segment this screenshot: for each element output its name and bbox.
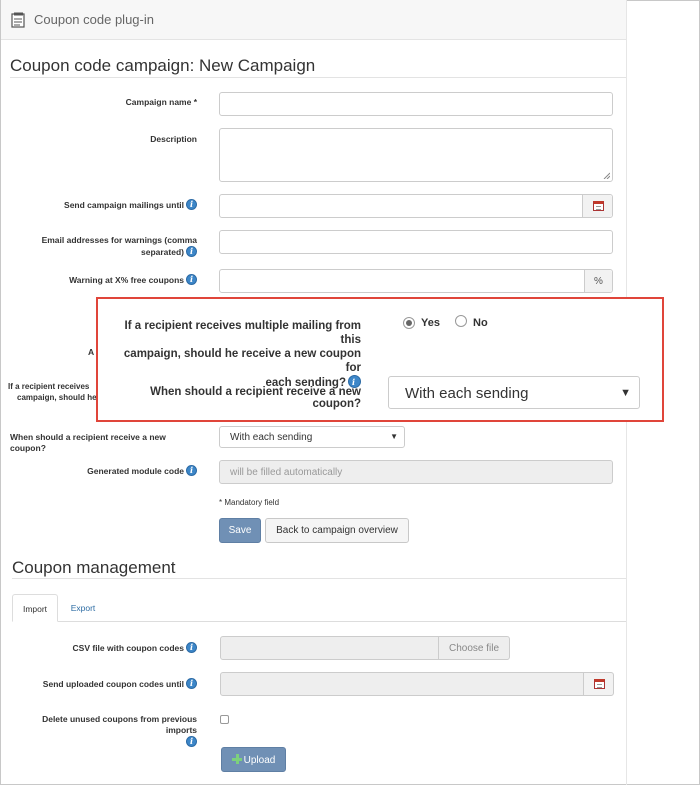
choose-file-label: Choose file <box>448 643 500 654</box>
save-button[interactable]: Save <box>219 518 261 543</box>
plus-icon <box>231 754 242 764</box>
zoomed-select-value: With each sending <box>405 385 529 402</box>
new-coupon-select-value: With each sending <box>230 432 313 443</box>
module-code-label-row: Generated module code <box>20 465 197 477</box>
delete-unused-checkbox[interactable] <box>220 715 229 724</box>
description-textarea[interactable] <box>219 128 613 182</box>
delete-unused-label-row: Delete unused coupons from previous impo… <box>10 714 197 748</box>
csv-file-input[interactable]: Choose file <box>220 636 510 660</box>
plugin-icon <box>11 12 25 28</box>
campaign-heading: Coupon code campaign: New Campaign <box>10 56 316 75</box>
calendar-icon <box>592 201 604 211</box>
info-icon[interactable] <box>186 246 197 257</box>
multiple-mailing-question: If a recipient receives multiple mailing… <box>106 319 361 390</box>
choose-file-button[interactable]: Choose file <box>438 637 509 659</box>
warning-label: Warning at X% free coupons <box>69 275 184 285</box>
chevron-down-icon: ▼ <box>620 387 631 399</box>
back-to-overview-button[interactable]: Back to campaign overview <box>265 518 409 543</box>
send-uploaded-until-input[interactable] <box>220 672 614 696</box>
app-title: Coupon code plug-in <box>34 12 154 27</box>
coupon-tabs: Import Export <box>12 594 626 622</box>
info-icon[interactable] <box>186 736 197 747</box>
new-coupon-select[interactable]: With each sending ▼ <box>219 426 405 448</box>
mandatory-note: * Mandatory field <box>219 498 280 507</box>
new-coupon-label: When should a recipient receive a new co… <box>10 432 166 453</box>
coupon-management-heading: Coupon management <box>12 558 176 577</box>
info-icon[interactable] <box>186 642 197 653</box>
warning-percent-input[interactable]: % <box>219 269 613 293</box>
info-icon[interactable] <box>186 465 197 476</box>
chevron-down-icon: ▼ <box>390 432 398 441</box>
warning-label-row: Warning at X% free coupons <box>20 274 197 286</box>
csv-label: CSV file with coupon codes <box>72 643 184 653</box>
top-bar: Coupon code plug-in <box>1 0 626 40</box>
info-icon[interactable] <box>186 678 197 689</box>
zoom-callout: If a recipient receives multiple mailing… <box>96 297 664 422</box>
no-label: No <box>473 317 488 329</box>
info-icon[interactable] <box>186 274 197 285</box>
info-icon[interactable] <box>186 199 197 210</box>
percent-unit: % <box>594 276 603 287</box>
calendar-button[interactable] <box>582 195 612 217</box>
upload-button[interactable]: Upload <box>221 747 286 772</box>
yes-label: Yes <box>421 317 440 329</box>
module-code-input: will be filled automatically <box>219 460 613 484</box>
calendar-button[interactable] <box>583 673 613 695</box>
emails-label-line2: separated) <box>141 247 184 257</box>
question-line2: campaign, should he receive a new coupon… <box>123 348 361 374</box>
campaign-name-input[interactable] <box>219 92 613 116</box>
partial-label-line2: campaign, should he <box>17 393 97 402</box>
module-code-placeholder: will be filled automatically <box>230 467 343 478</box>
campaign-name-label: Campaign name * <box>125 97 197 107</box>
no-radio[interactable] <box>455 315 467 327</box>
emails-label-line1: Email addresses for warnings (comma <box>41 235 197 245</box>
send-uploaded-label: Send uploaded coupon codes until <box>42 679 184 689</box>
send-until-label-row: Send campaign mailings until <box>20 199 197 211</box>
percent-addon: % <box>584 270 612 292</box>
csv-label-row: CSV file with coupon codes <box>20 642 197 654</box>
question-line1: If a recipient receives multiple mailing… <box>124 320 361 346</box>
module-code-label: Generated module code <box>87 466 184 476</box>
tab-import[interactable]: Import <box>12 594 58 622</box>
new-coupon-question: When should a recipient receive a new co… <box>150 386 361 410</box>
yes-radio[interactable] <box>403 317 415 329</box>
upload-label: Upload <box>243 755 276 766</box>
send-uploaded-label-row: Send uploaded coupon codes until <box>20 678 197 690</box>
delete-unused-label: Delete unused coupons from previous impo… <box>42 714 197 735</box>
heading-divider <box>12 578 626 579</box>
heading-divider <box>10 77 626 78</box>
partial-label-line1: If a recipient receives <box>8 382 90 391</box>
resize-handle-icon[interactable] <box>603 172 610 179</box>
new-coupon-select-zoomed[interactable]: With each sending ▼ <box>388 376 640 409</box>
description-label: Description <box>150 134 197 144</box>
send-until-label: Send campaign mailings until <box>64 200 184 210</box>
send-until-input[interactable] <box>219 194 613 218</box>
warning-emails-input[interactable] <box>219 230 613 254</box>
calendar-icon <box>593 679 605 689</box>
emails-label-row: Email addresses for warnings (comma sepa… <box>20 235 197 258</box>
tab-export[interactable]: Export <box>60 594 106 622</box>
